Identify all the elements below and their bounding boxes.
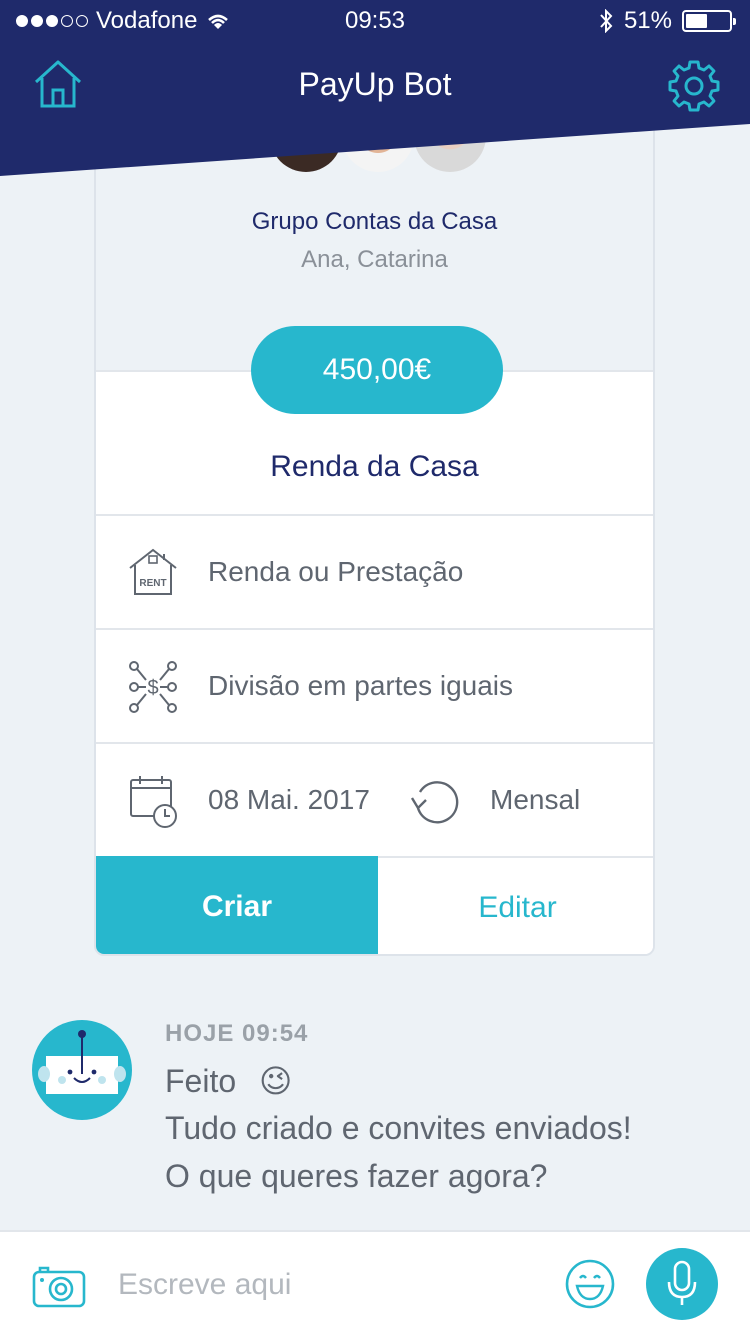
message-line: O que queres fazer agora? — [165, 1158, 548, 1194]
chat-input-bar — [0, 1230, 750, 1334]
bill-name: Renda da Casa — [270, 450, 479, 483]
date-row[interactable]: 08 Mai. 2017 Mensal — [96, 742, 653, 856]
bot-avatar — [32, 1020, 132, 1120]
app-title: PayUp Bot — [298, 66, 452, 102]
edit-button[interactable]: Editar — [378, 856, 653, 954]
split-label: Divisão em partes iguais — [208, 670, 514, 701]
date-label: 08 Mai. 2017 — [208, 784, 370, 815]
message-input[interactable] — [118, 1258, 538, 1312]
category-label: Renda ou Prestação — [208, 556, 464, 587]
repeat-icon — [410, 781, 459, 824]
camera-icon — [32, 1266, 86, 1308]
group-name: Grupo Contas da Casa — [251, 208, 498, 235]
battery-percentage: 51% — [623, 7, 672, 34]
smiley-icon — [565, 1259, 615, 1309]
split-row[interactable]: $ Divisão em partes iguais — [96, 628, 653, 742]
category-row[interactable]: RENT Renda ou Prestação — [96, 514, 653, 628]
message-time: HOJE 09:54 — [165, 1020, 309, 1047]
rent-house-icon: RENT — [129, 548, 177, 595]
bill-card: Grupo Contas da Casa Ana, Catarina Renda… — [94, 100, 655, 956]
group-members: Ana, Catarina — [301, 246, 448, 273]
emoji-button[interactable] — [564, 1258, 616, 1310]
camera-button[interactable] — [32, 1264, 86, 1308]
bluetooth-icon — [600, 9, 613, 33]
robot-icon — [32, 1020, 132, 1120]
microphone-button[interactable] — [646, 1248, 718, 1320]
microphone-icon — [667, 1260, 697, 1305]
svg-text:$: $ — [147, 677, 158, 699]
battery-icon — [682, 10, 736, 32]
message-line: Tudo criado e convites enviados! — [165, 1110, 632, 1146]
svg-text:RENT: RENT — [139, 578, 166, 589]
app-header: Vodafone 09:53 51% PayUp Bot — [0, 0, 750, 176]
message-text: Feito — [165, 1063, 237, 1099]
amount-badge: 450,00€ — [251, 326, 503, 414]
create-button[interactable]: Criar — [96, 856, 378, 954]
recurrence-label: Mensal — [490, 784, 581, 815]
wink-emoji-icon: 😉 — [259, 1063, 293, 1099]
settings-button[interactable] — [666, 58, 722, 114]
calendar-clock-icon — [130, 776, 177, 828]
gear-icon — [668, 60, 720, 112]
status-bar: Vodafone 09:53 51% — [0, 0, 750, 40]
split-money-icon: $ — [129, 661, 177, 713]
message-line: Feito 😉 — [165, 1062, 292, 1100]
